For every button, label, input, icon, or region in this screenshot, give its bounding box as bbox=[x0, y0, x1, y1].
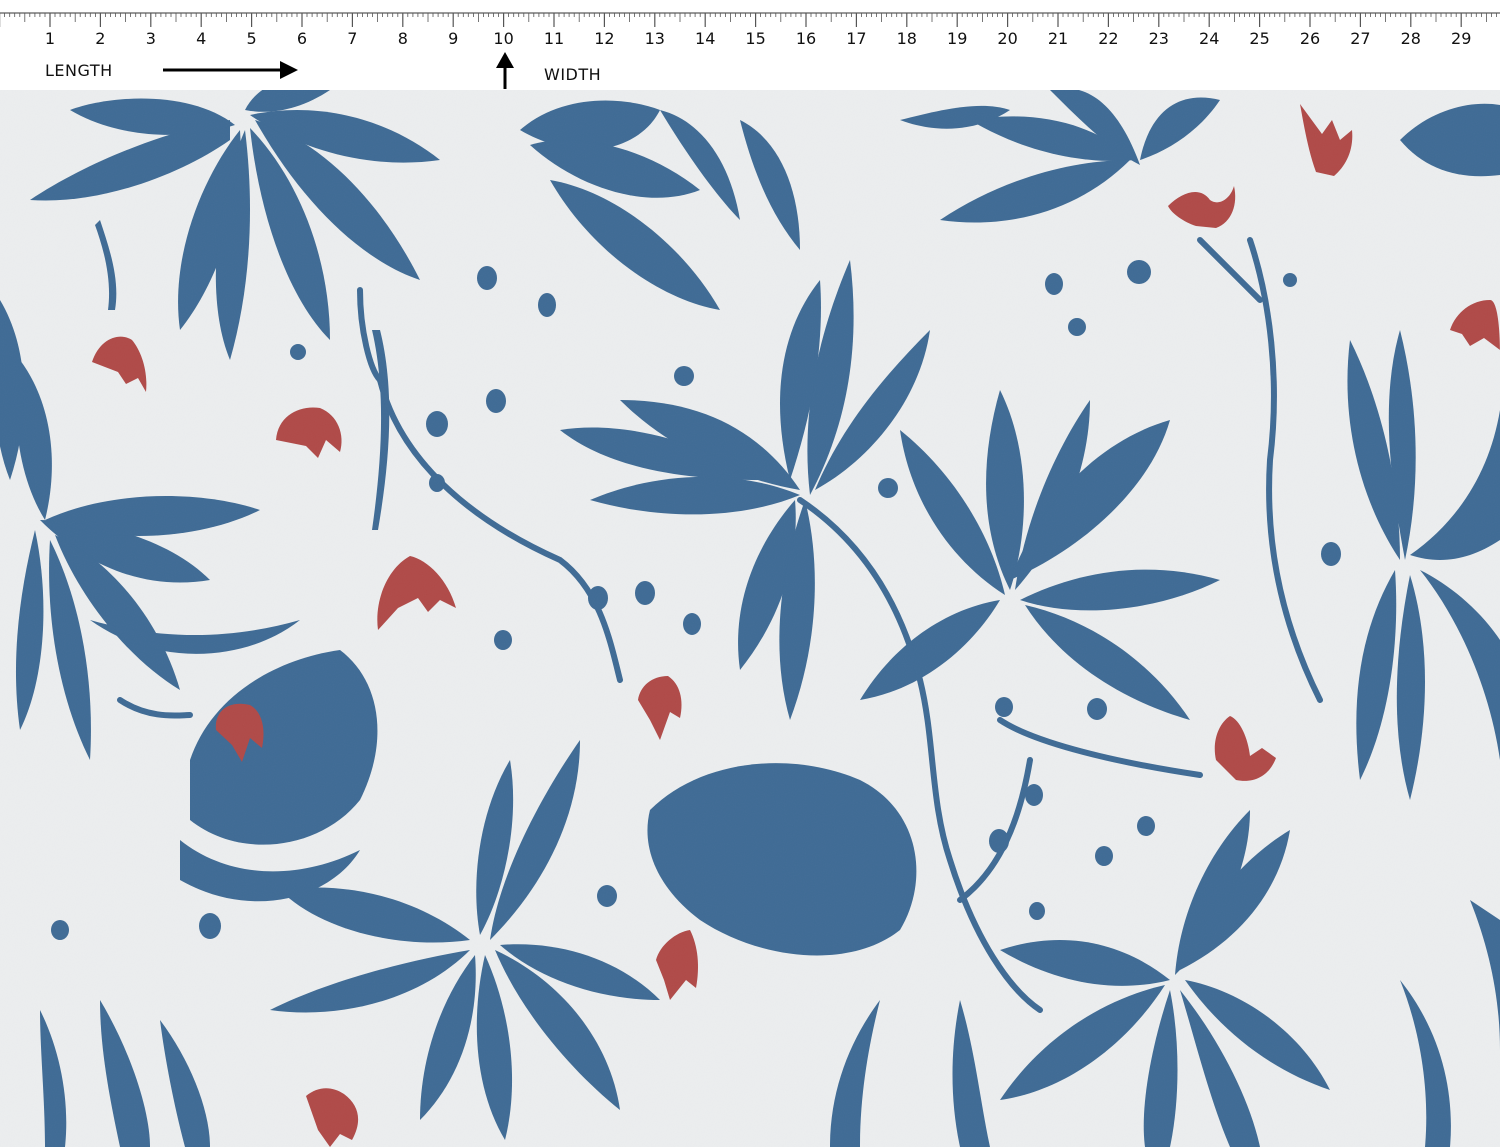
fabric-swatch-view: 1 2 3 4 5 6 7 8 9 10 11 12 13 14 15 16 17 18 19 20 21 22 23 24 2… bbox=[0, 0, 1500, 1147]
width-label: WIDTH bbox=[544, 65, 602, 84]
measurement-ruler: 1 2 3 4 5 6 7 8 9 10 11 12 13 14 15 16 17 18 19 20 21 22 23 24 2… bbox=[0, 0, 1500, 90]
length-arrow-icon bbox=[163, 61, 298, 79]
fabric-print-image bbox=[0, 90, 1500, 1147]
floral-pattern bbox=[0, 90, 1500, 1147]
width-arrow-icon bbox=[496, 52, 514, 89]
direction-arrows bbox=[163, 52, 514, 89]
